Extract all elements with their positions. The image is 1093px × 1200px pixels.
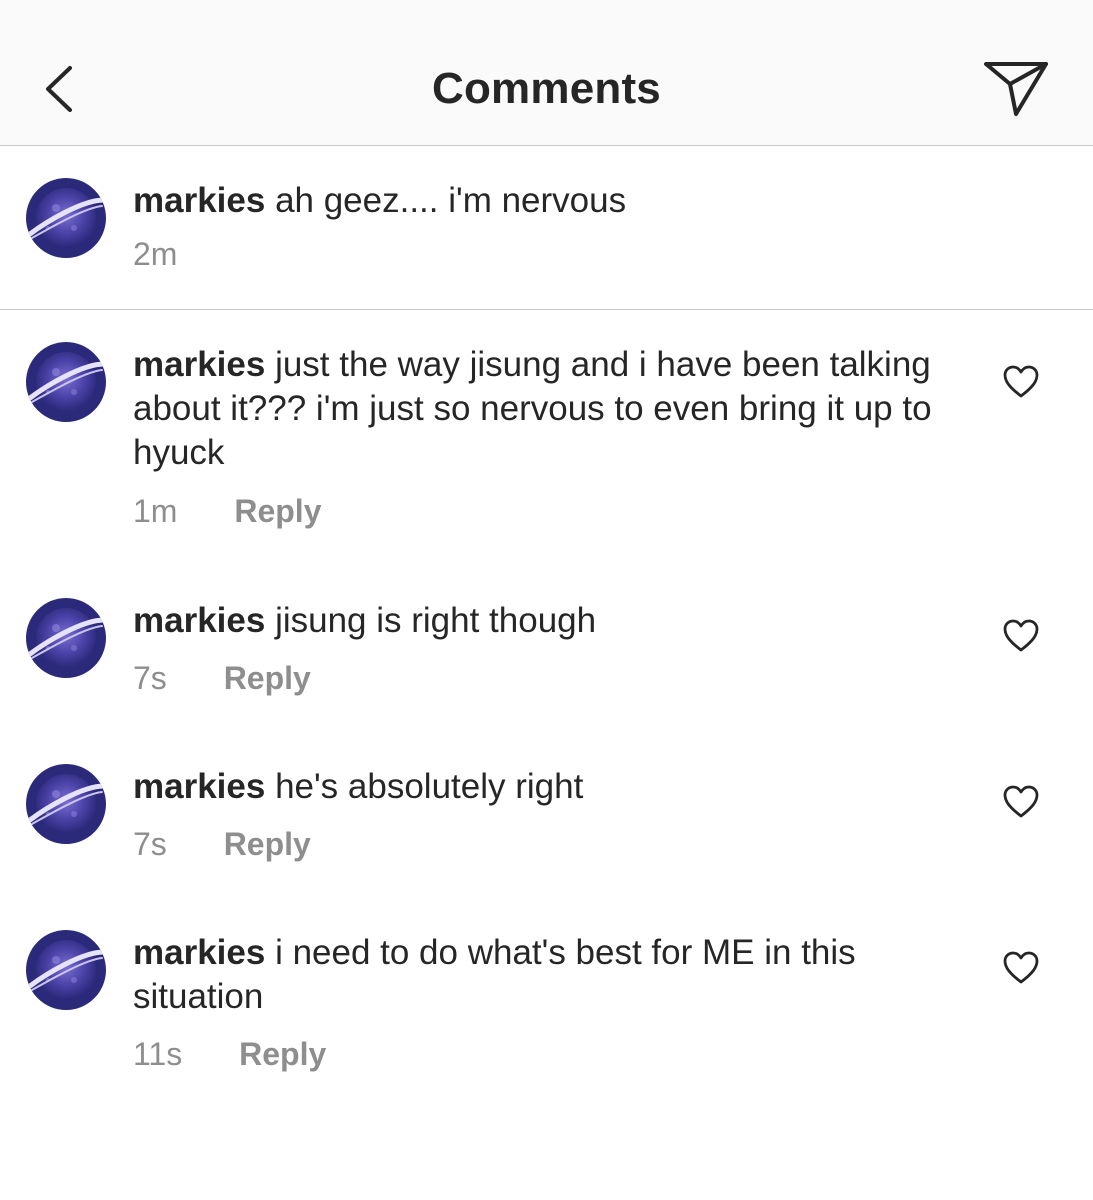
timestamp: 7s <box>133 660 167 696</box>
comment-meta: 11s Reply <box>133 1036 326 1073</box>
avatar[interactable] <box>26 598 106 678</box>
share-button[interactable] <box>980 56 1052 120</box>
timestamp: 2m <box>133 236 178 272</box>
paper-plane-icon <box>984 62 1048 116</box>
comment-body: jisung is right though <box>275 601 597 640</box>
like-button[interactable] <box>1003 365 1039 399</box>
comment-meta: 7s Reply <box>133 660 311 697</box>
heart-icon <box>1003 365 1039 398</box>
like-button[interactable] <box>1003 951 1039 985</box>
avatar[interactable] <box>26 178 106 258</box>
caption-time: 2m <box>133 236 177 273</box>
reply-button[interactable]: Reply <box>224 660 311 696</box>
comment-text: markies he's absolutely right <box>133 765 933 809</box>
caption-body: ah geez.... i'm nervous <box>275 181 627 220</box>
avatar[interactable] <box>26 764 106 844</box>
reply-button[interactable]: Reply <box>234 493 321 529</box>
username[interactable]: markies <box>133 181 265 220</box>
comment-body: he's absolutely right <box>275 767 584 806</box>
avatar[interactable] <box>26 930 106 1010</box>
comment-meta: 7s Reply <box>133 826 311 863</box>
comment-text: markies i need to do what's best for ME … <box>133 931 933 1019</box>
username[interactable]: markies <box>133 933 265 972</box>
timestamp: 7s <box>133 826 167 862</box>
reply-button[interactable]: Reply <box>224 826 311 862</box>
timestamp: 11s <box>133 1036 183 1072</box>
comment-text: markies just the way jisung and i have b… <box>133 343 933 475</box>
heart-icon <box>1003 951 1039 984</box>
like-button[interactable] <box>1003 785 1039 819</box>
username[interactable]: markies <box>133 767 265 806</box>
caption-text: markies ah geez.... i'm nervous <box>133 179 933 223</box>
reply-button[interactable]: Reply <box>239 1036 326 1072</box>
avatar[interactable] <box>26 342 106 422</box>
caption: markies ah geez.... i'm nervous 2m <box>0 146 1093 310</box>
timestamp: 1m <box>133 493 178 529</box>
heart-icon <box>1003 619 1039 652</box>
heart-icon <box>1003 785 1039 818</box>
username[interactable]: markies <box>133 345 265 384</box>
comment-text: markies jisung is right though <box>133 599 933 643</box>
comment-meta: 1m Reply <box>133 493 321 530</box>
header-bar: Comments <box>0 0 1093 146</box>
page-title: Comments <box>432 64 661 113</box>
username[interactable]: markies <box>133 601 265 640</box>
like-button[interactable] <box>1003 619 1039 653</box>
